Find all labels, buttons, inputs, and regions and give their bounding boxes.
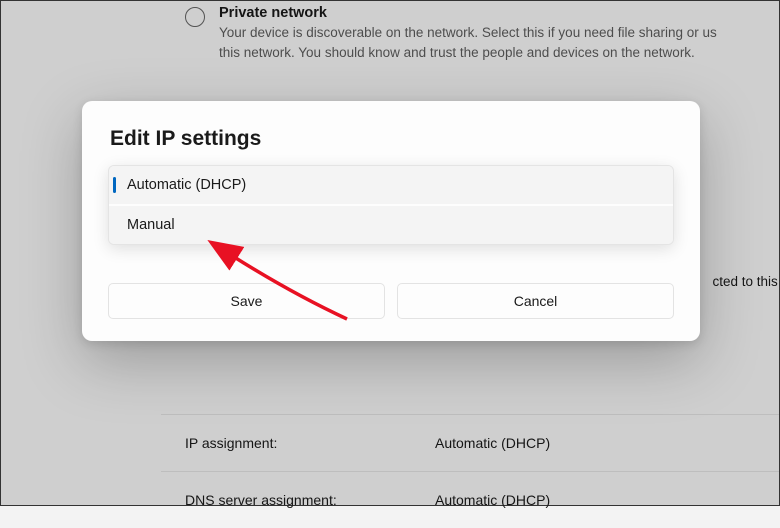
option-automatic-dhcp[interactable]: Automatic (DHCP) [109,166,673,204]
option-manual[interactable]: Manual [109,206,673,244]
ip-settings-dropdown[interactable]: Automatic (DHCP) Manual [108,165,674,245]
dialog-title: Edit IP settings [110,127,674,151]
cancel-button[interactable]: Cancel [397,283,674,319]
save-button[interactable]: Save [108,283,385,319]
edit-ip-settings-dialog: Edit IP settings Automatic (DHCP) Manual… [82,101,700,341]
